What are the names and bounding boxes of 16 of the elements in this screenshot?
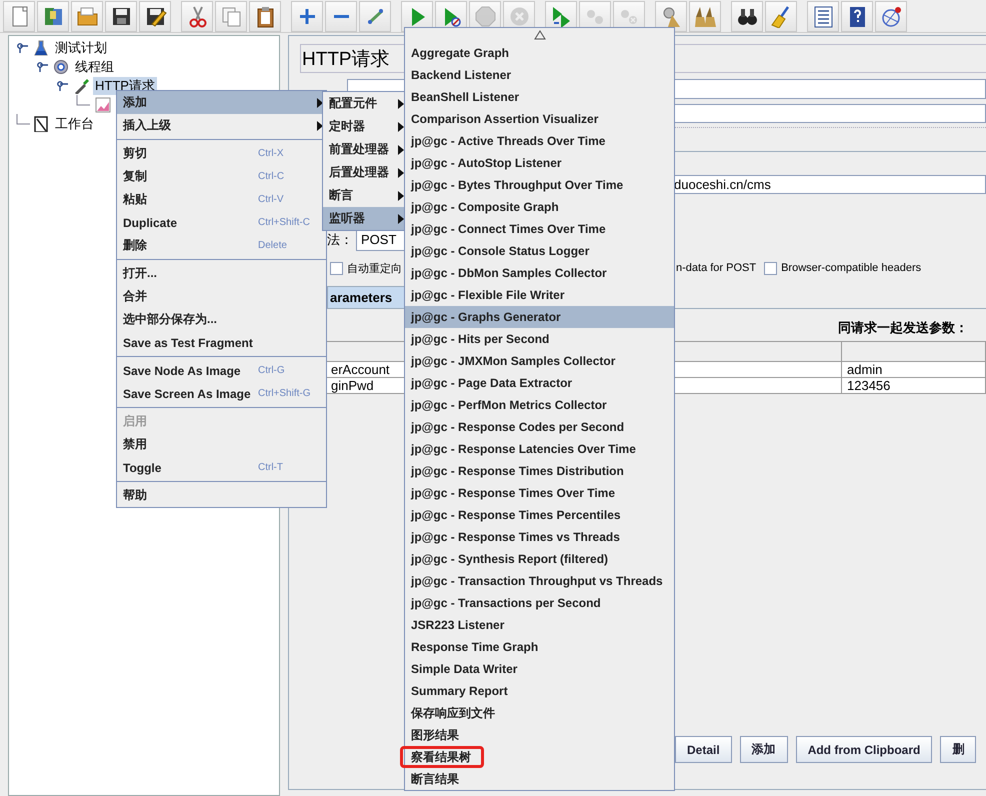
table-cell: 123456 bbox=[842, 378, 986, 394]
shortcut-label: Ctrl-T bbox=[258, 462, 283, 473]
section-title: 同请求一起发送参数： bbox=[838, 319, 968, 337]
shortcut-label: Ctrl+Shift-C bbox=[258, 217, 310, 228]
shortcut-label: Ctrl+Shift-G bbox=[258, 388, 311, 399]
shortcut-label: Ctrl-G bbox=[258, 365, 285, 376]
table-cell: admin bbox=[842, 362, 986, 378]
shortcut-label: Delete bbox=[258, 240, 287, 251]
shortcut-label: Ctrl-X bbox=[258, 148, 284, 159]
option-label: n-data for POST bbox=[676, 262, 756, 274]
shortcut-label: Ctrl-C bbox=[258, 171, 284, 182]
option-label: Browser-compatible headers bbox=[781, 262, 922, 274]
shortcut-label: Ctrl-V bbox=[258, 194, 284, 205]
option-label: 自动重定向 bbox=[347, 262, 402, 276]
field-label: 法： bbox=[327, 230, 354, 248]
panel-title: HTTP请求 bbox=[302, 48, 390, 72]
